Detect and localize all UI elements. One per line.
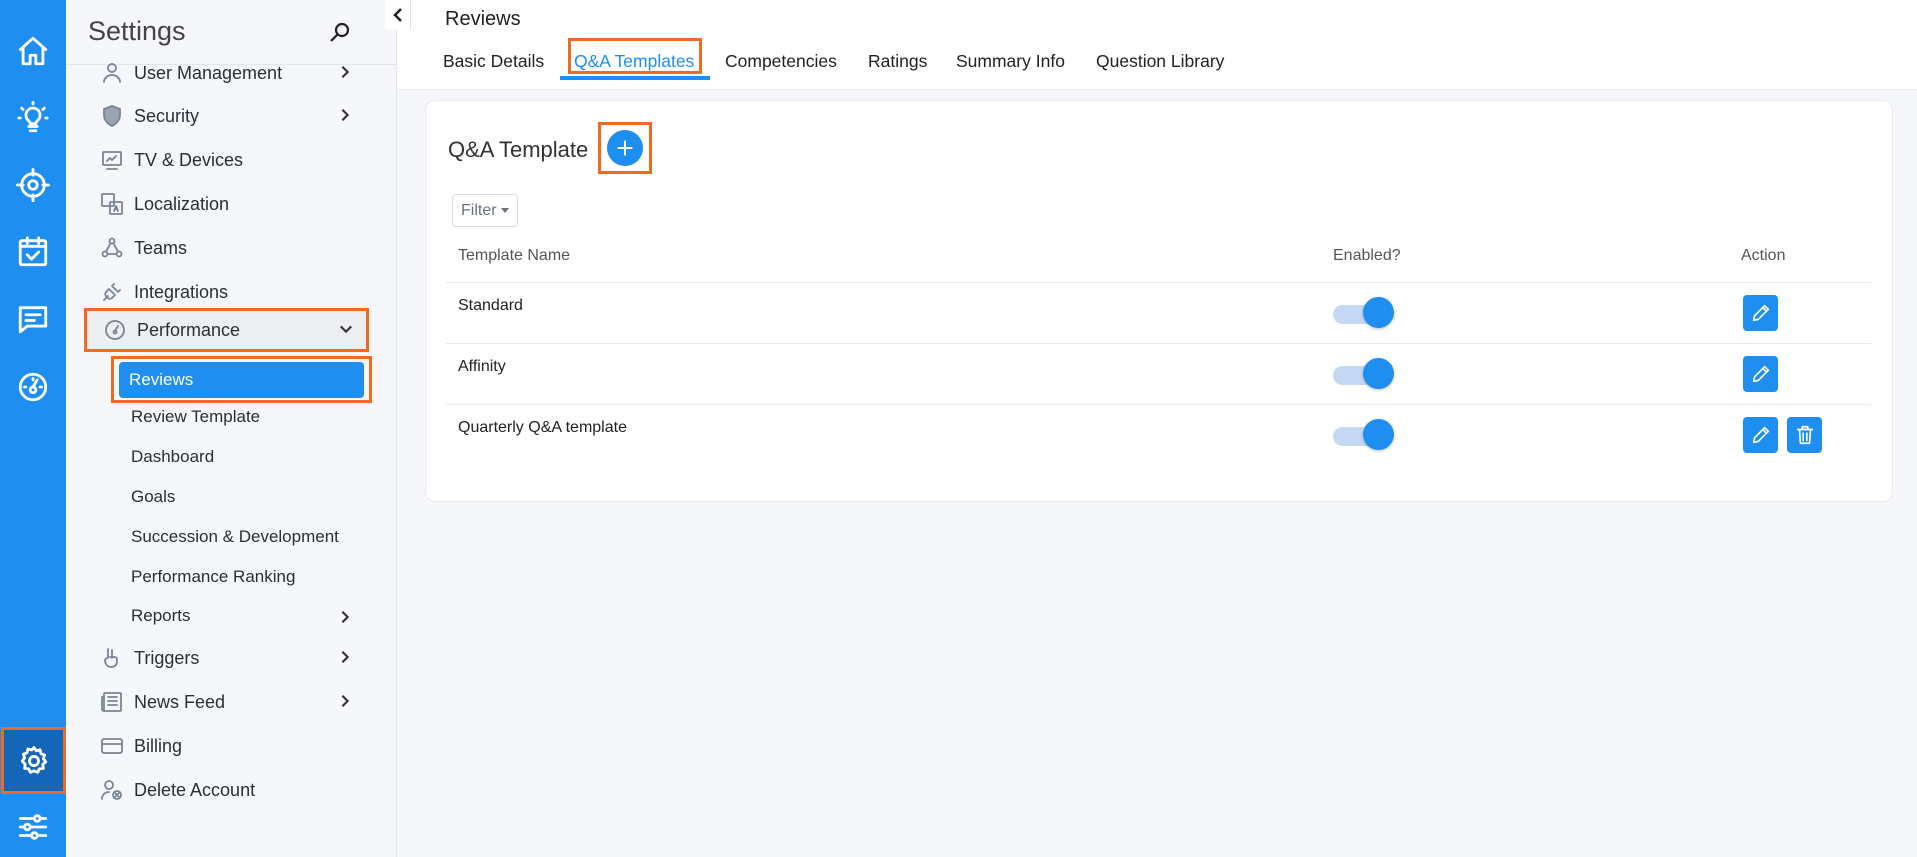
column-header-action: Action: [1741, 247, 1786, 264]
plus-icon: [617, 140, 633, 156]
sidebar-item-teams[interactable]: Teams: [66, 226, 396, 270]
user-icon: [99, 60, 125, 86]
sidebar-item-label: Localization: [134, 193, 230, 214]
enabled-toggle[interactable]: [1333, 357, 1395, 389]
gauge-icon: [102, 317, 128, 343]
template-name: Quarterly Q&A template: [458, 419, 627, 436]
sub-item-reports[interactable]: Reports: [131, 601, 191, 631]
sidebar-item-news-feed[interactable]: News Feed: [66, 680, 396, 724]
sidebar-item-label: News Feed: [134, 691, 226, 712]
card-title: Q&A Template: [448, 137, 589, 162]
add-template-button[interactable]: [607, 130, 643, 166]
enabled-toggle[interactable]: [1333, 296, 1395, 328]
sidebar-item-security[interactable]: Security: [66, 94, 396, 138]
sidebar-item-label: Integrations: [134, 281, 229, 302]
newspaper-icon: [99, 689, 125, 715]
pencil-icon: [1752, 365, 1769, 383]
gear-icon[interactable]: [1, 727, 66, 794]
table-row: Affinity: [446, 343, 1871, 404]
qa-template-card: Q&A Template Filter Template Name Enable…: [425, 100, 1893, 502]
template-name: Standard: [458, 297, 523, 314]
delete-button[interactable]: [1787, 417, 1822, 453]
sidebar-item-label: TV & Devices: [134, 149, 244, 170]
sidebar-item-performance[interactable]: Performance: [84, 308, 369, 352]
credit-card-icon: [99, 733, 125, 759]
table-row: Quarterly Q&A template: [446, 404, 1871, 465]
pencil-icon: [1752, 426, 1769, 444]
sidebar-item-tv-devices[interactable]: TV & Devices: [66, 138, 396, 182]
sidebar-item-delete-account[interactable]: Delete Account: [66, 768, 396, 812]
sidebar-item-label: Billing: [134, 735, 183, 756]
column-header-enabled: Enabled?: [1333, 247, 1401, 264]
pencil-icon: [1752, 304, 1769, 322]
plug-icon: [99, 279, 125, 305]
edit-button[interactable]: [1743, 356, 1778, 392]
tab-question-library[interactable]: Question Library: [1096, 46, 1224, 76]
chevron-right-icon: [338, 694, 354, 710]
calendar-check-icon[interactable]: [0, 222, 66, 282]
table-row: Standard: [446, 282, 1871, 343]
edit-button[interactable]: [1743, 417, 1778, 453]
chevron-right-icon: [338, 650, 354, 666]
sidebar-item-label: Delete Account: [134, 779, 256, 800]
home-icon[interactable]: [0, 21, 66, 81]
tab-competencies[interactable]: Competencies: [725, 46, 837, 76]
sliders-icon[interactable]: [0, 797, 66, 857]
sub-item-goals[interactable]: Goals: [131, 482, 175, 512]
icon-rail: [0, 0, 66, 857]
sidebar-item-triggers[interactable]: Triggers: [66, 636, 396, 680]
column-header-template-name: Template Name: [458, 247, 571, 264]
page-header: Reviews Basic Details Q&A Templates Comp…: [397, 0, 1917, 90]
filter-label: Filter: [461, 201, 497, 219]
sub-item-reviews[interactable]: Reviews: [119, 362, 364, 398]
template-name: Affinity: [458, 358, 506, 375]
trash-icon: [1796, 425, 1813, 445]
add-button-highlight: [598, 122, 652, 174]
lightbulb-icon[interactable]: [0, 88, 66, 148]
chevron-right-icon: [338, 610, 352, 624]
sidebar-item-label: Triggers: [134, 647, 200, 668]
sidebar-item-user-management[interactable]: User Management: [66, 51, 396, 95]
translate-icon: [99, 191, 125, 217]
settings-sidebar: Settings User Management Security TV & D…: [66, 0, 397, 857]
sidebar-item-label: Teams: [134, 237, 188, 258]
chevron-down-icon: [339, 322, 355, 338]
active-tab-underline: [560, 76, 710, 80]
teams-icon: [99, 235, 125, 261]
sub-item-reviews-highlight: Reviews: [111, 356, 372, 403]
sidebar-item-label: Performance: [137, 319, 241, 340]
page-title: Reviews: [445, 8, 521, 30]
enabled-toggle[interactable]: [1333, 418, 1395, 450]
tab-basic-details[interactable]: Basic Details: [443, 46, 544, 76]
edit-button[interactable]: [1743, 295, 1778, 331]
sub-item-succession-development[interactable]: Succession & Development: [131, 522, 339, 552]
user-remove-icon: [99, 777, 125, 803]
sidebar-item-label: Security: [134, 105, 200, 126]
search-icon[interactable]: [328, 20, 354, 46]
chat-icon[interactable]: [0, 289, 66, 349]
sub-item-review-template[interactable]: Review Template: [131, 402, 260, 432]
peace-hand-icon: [99, 645, 125, 671]
tab-ratings[interactable]: Ratings: [868, 46, 927, 76]
monitor-icon: [99, 147, 125, 173]
shield-icon: [99, 103, 125, 129]
tab-summary-info[interactable]: Summary Info: [956, 46, 1065, 76]
sidebar-item-localization[interactable]: Localization: [66, 182, 396, 226]
caret-down-icon: [500, 208, 509, 213]
chevron-left-icon: [392, 8, 402, 22]
sidebar-collapse-button[interactable]: [385, 0, 411, 30]
gauge-icon[interactable]: [0, 357, 66, 417]
sidebar-title: Settings: [88, 16, 186, 46]
tab-qa-templates[interactable]: Q&A Templates: [574, 46, 694, 76]
filter-dropdown[interactable]: Filter: [452, 194, 518, 227]
sidebar-item-billing[interactable]: Billing: [66, 724, 396, 768]
chevron-right-icon: [338, 108, 354, 124]
sub-item-dashboard[interactable]: Dashboard: [131, 442, 214, 472]
target-icon[interactable]: [0, 155, 66, 215]
chevron-right-icon: [338, 65, 354, 81]
sidebar-item-label: User Management: [134, 62, 283, 83]
sub-item-performance-ranking[interactable]: Performance Ranking: [131, 562, 295, 592]
